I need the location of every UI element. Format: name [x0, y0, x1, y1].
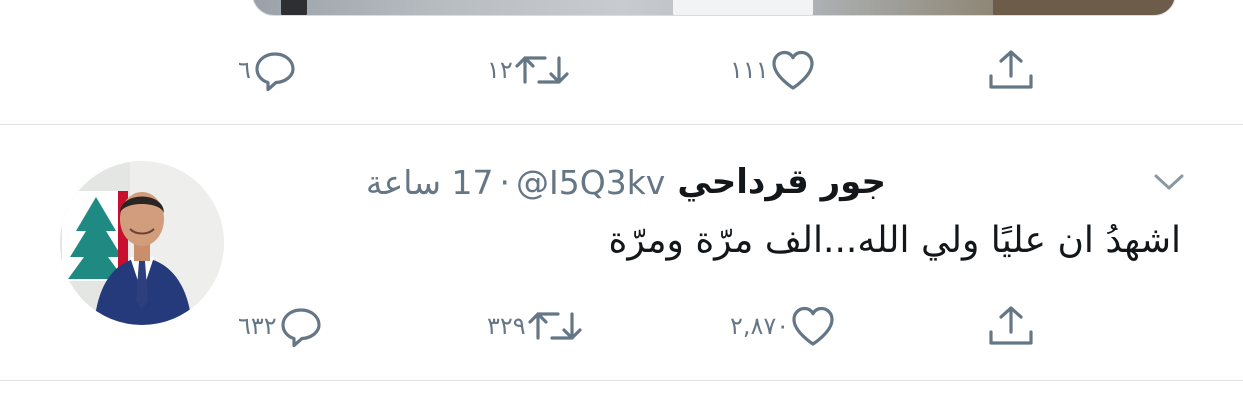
previous-tweet-media[interactable] — [252, 0, 1176, 16]
avatar-image — [60, 161, 224, 325]
reply-count: ٦٣٢ — [238, 312, 277, 340]
retweet-count: ٣٢٩ — [487, 312, 526, 340]
share-icon — [989, 306, 1033, 345]
like-button[interactable]: ١١١ — [730, 48, 817, 92]
retweet-button[interactable]: ١٢ — [487, 48, 571, 92]
share-icon — [989, 50, 1033, 89]
author-name[interactable]: جور قرداحي — [677, 162, 886, 202]
chevron-down-icon[interactable] — [1152, 168, 1186, 196]
retweet-count: ١٢ — [487, 56, 513, 84]
avatar[interactable] — [60, 161, 224, 325]
media-vehicle — [673, 0, 813, 15]
tweet-header: جور قرداحي @I5Q3kv · 17 ساعة — [366, 160, 886, 204]
media-rubble — [993, 0, 1173, 15]
retweet-icon — [515, 56, 569, 84]
reply-icon — [255, 52, 295, 92]
media-motorbike — [281, 0, 307, 15]
reply-icon — [281, 308, 321, 348]
like-count: ٢,٨٧٠ — [730, 312, 790, 340]
heart-icon — [772, 50, 814, 90]
tweet-divider — [0, 124, 1243, 125]
like-button[interactable]: ٢,٨٧٠ — [730, 304, 837, 348]
author-handle[interactable]: @I5Q3kv — [516, 163, 665, 202]
reply-button[interactable]: ٦ — [238, 48, 299, 92]
tweet-text: اشهدُ ان عليًا ولي الله...الف مرّة ومرّة — [608, 220, 1181, 261]
tweet-timestamp[interactable]: 17 ساعة — [366, 163, 494, 202]
reply-button[interactable]: ٦٣٢ — [238, 304, 325, 348]
retweet-button[interactable]: ٣٢٩ — [487, 304, 584, 348]
share-button[interactable] — [986, 304, 1036, 348]
heart-icon — [792, 306, 834, 346]
share-button[interactable] — [986, 48, 1036, 92]
tweet-divider — [0, 380, 1243, 381]
reply-count: ٦ — [238, 56, 251, 84]
separator-dot: · — [499, 162, 511, 202]
retweet-icon — [528, 312, 582, 340]
like-count: ١١١ — [730, 56, 769, 84]
